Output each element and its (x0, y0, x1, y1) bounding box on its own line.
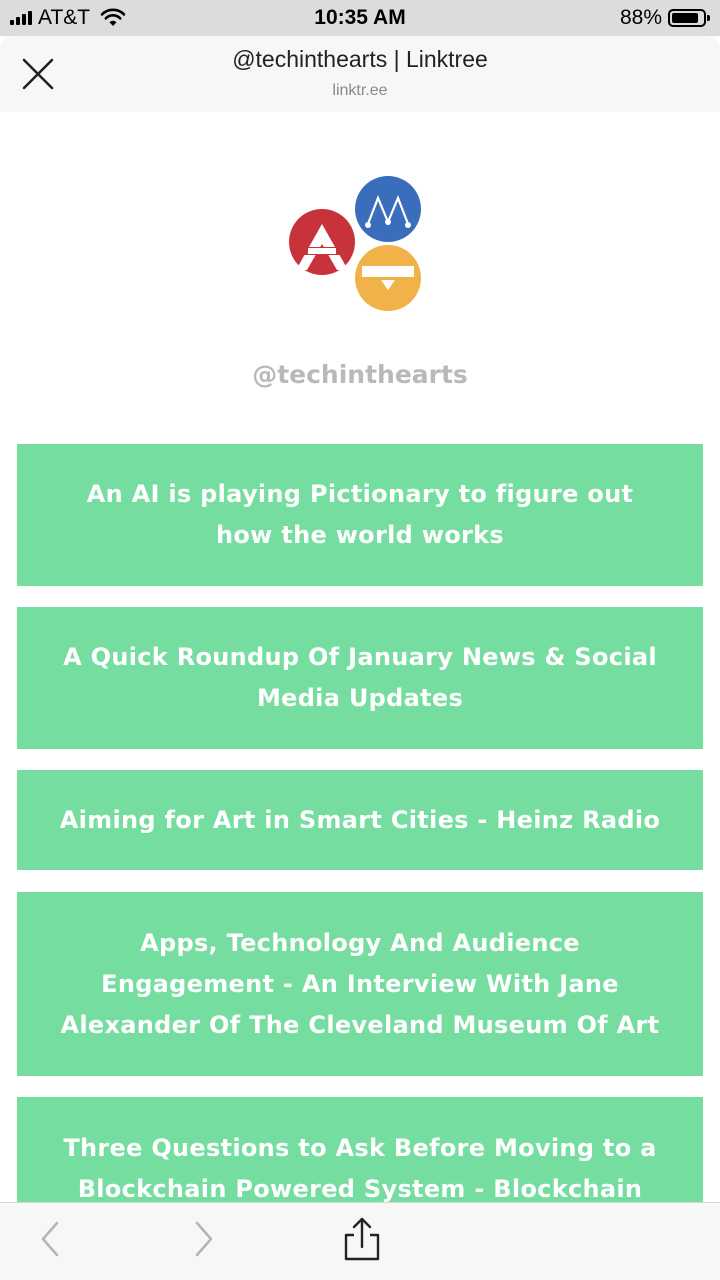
link-button[interactable]: Three Questions to Ask Before Moving to … (17, 1097, 703, 1202)
screen: AT&T 10:35 AM 88% @techinthearts | Linkt… (0, 0, 720, 1280)
status-bar: AT&T 10:35 AM 88% (0, 0, 720, 36)
link-label: Three Questions to Ask Before Moving to … (63, 1134, 657, 1202)
battery-fill (672, 13, 698, 23)
link-label: Apps, Technology And Audience Engagement… (60, 928, 660, 1039)
techinthearts-logo (289, 176, 421, 311)
battery-percent: 88% (619, 6, 662, 29)
page-url: linktr.ee (332, 82, 388, 99)
chevron-right-icon[interactable] (182, 1217, 226, 1261)
chevron-left-icon[interactable] (28, 1217, 72, 1261)
clock: 10:35 AM (314, 6, 406, 29)
page-title: @techinthearts | Linktree (232, 46, 488, 72)
browser-header: @techinthearts | Linktree linktr.ee (0, 36, 720, 112)
battery-icon (668, 9, 710, 27)
link-button[interactable]: Aiming for Art in Smart Cities - Heinz R… (17, 770, 703, 870)
profile-handle: @techinthearts (252, 360, 468, 389)
link-label: Aiming for Art in Smart Cities - Heinz R… (59, 805, 661, 834)
linktree-page: @techinthearts An AI is playing Pictiona… (0, 112, 720, 1202)
link-label: A Quick Roundup Of January News & Social… (63, 643, 657, 712)
link-button[interactable]: A Quick Roundup Of January News & Social… (17, 607, 703, 749)
share-icon[interactable] (340, 1217, 384, 1261)
browser-toolbar (0, 1202, 720, 1280)
link-button[interactable]: Apps, Technology And Audience Engagement… (17, 892, 703, 1076)
link-label: An AI is playing Pictionary to figure ou… (86, 480, 634, 549)
link-button[interactable]: An AI is playing Pictionary to figure ou… (17, 444, 703, 586)
